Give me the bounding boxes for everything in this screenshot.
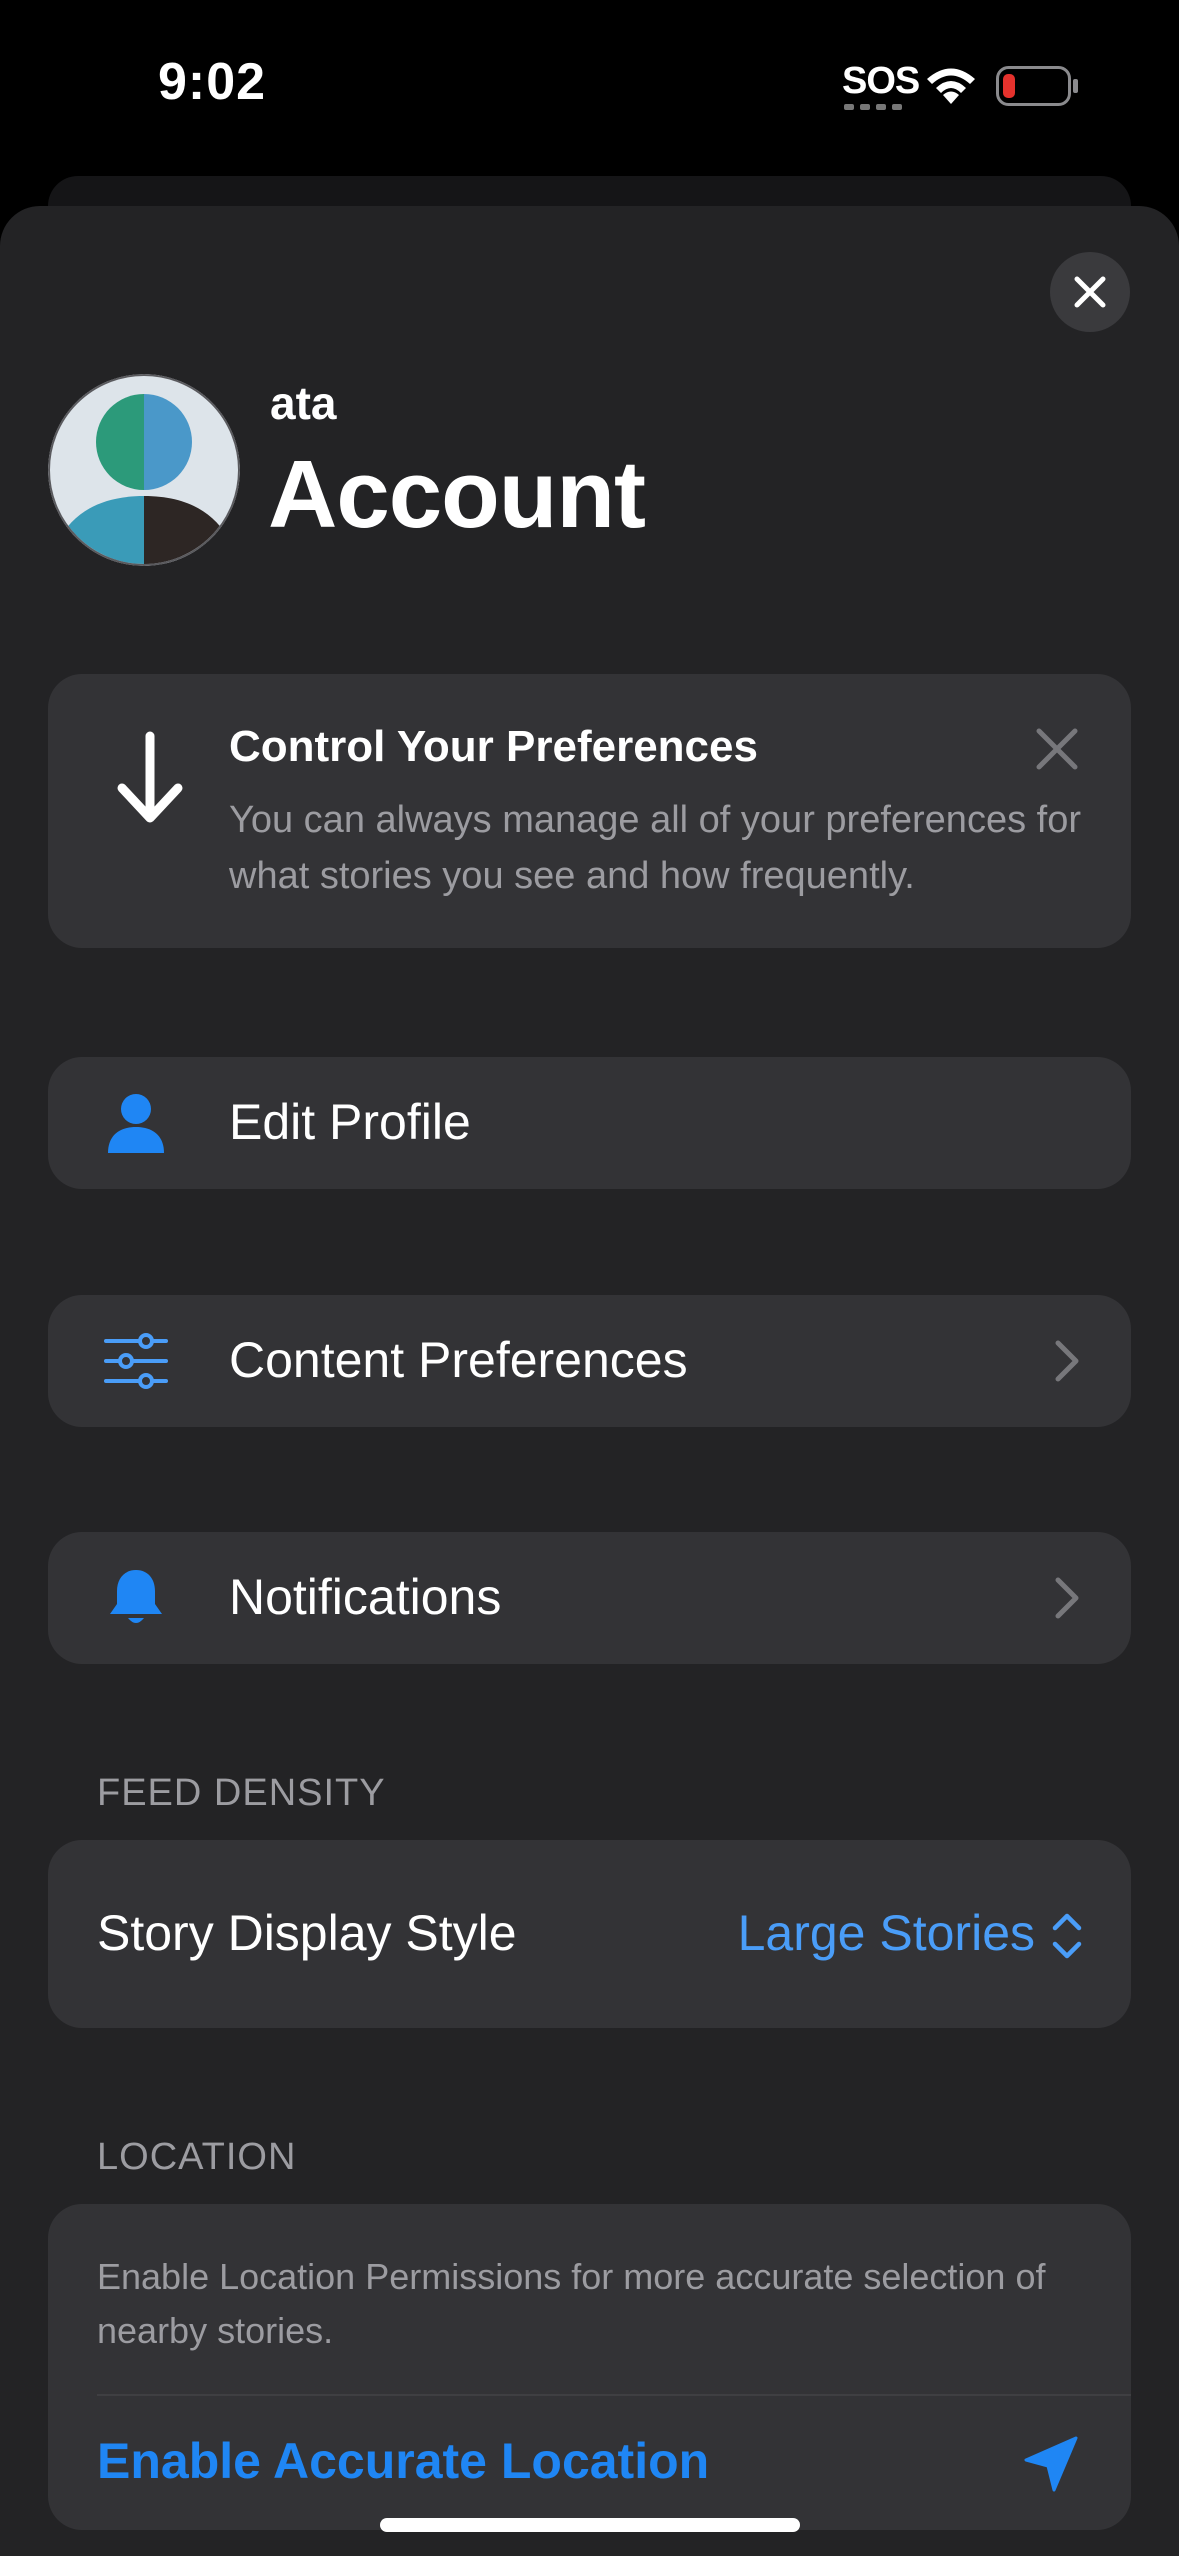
location-description: Enable Location Permissions for more acc… [97, 2256, 1046, 2351]
person-icon [108, 1094, 164, 1153]
chevron-right-icon [1055, 1340, 1079, 1382]
promo-title: Control Your Preferences [229, 722, 758, 771]
content-preferences-row[interactable]: Content Preferences [48, 1295, 1131, 1427]
close-icon [1074, 276, 1106, 308]
location-header: LOCATION [97, 2136, 297, 2178]
notifications-row[interactable]: Notifications [48, 1532, 1131, 1664]
story-display-style-label: Story Display Style [97, 1905, 517, 1961]
home-indicator[interactable] [380, 2518, 800, 2532]
content-preferences-label: Content Preferences [229, 1332, 688, 1388]
sos-indicator: SOS [842, 60, 920, 102]
preferences-promo-card: Control Your Preferences You can always … [48, 674, 1131, 948]
sliders-icon [104, 1333, 168, 1389]
username: ata [270, 377, 337, 429]
page-title: Account [268, 441, 646, 548]
story-display-style-row[interactable]: Story Display Style Large Stories [48, 1840, 1131, 2028]
notifications-label: Notifications [229, 1569, 502, 1625]
enable-location-button[interactable]: Enable Accurate Location [97, 2432, 709, 2490]
signal-dots-icon [844, 104, 904, 112]
battery-icon [996, 66, 1078, 106]
status-bar: 9:02 SOS [0, 0, 1179, 180]
up-down-chevron-icon [1052, 1913, 1082, 1959]
feed-density-header: FEED DENSITY [97, 1772, 386, 1814]
arrow-down-icon [117, 731, 183, 823]
close-button[interactable] [1050, 252, 1130, 332]
location-card: Enable Location Permissions for more acc… [48, 2204, 1131, 2530]
wifi-icon [927, 68, 975, 104]
edit-profile-label: Edit Profile [229, 1094, 471, 1150]
chevron-right-icon [1055, 1577, 1079, 1619]
edit-profile-row[interactable]: Edit Profile [48, 1057, 1131, 1189]
dismiss-icon[interactable] [1034, 726, 1080, 772]
bell-icon [110, 1570, 162, 1623]
location-arrow-icon[interactable] [1018, 2432, 1082, 2496]
story-display-style-value[interactable]: Large Stories [738, 1904, 1035, 1962]
divider [97, 2394, 1131, 2396]
avatar [48, 374, 240, 566]
status-time: 9:02 [158, 53, 267, 111]
promo-body: You can always manage all of your prefer… [229, 799, 1081, 897]
